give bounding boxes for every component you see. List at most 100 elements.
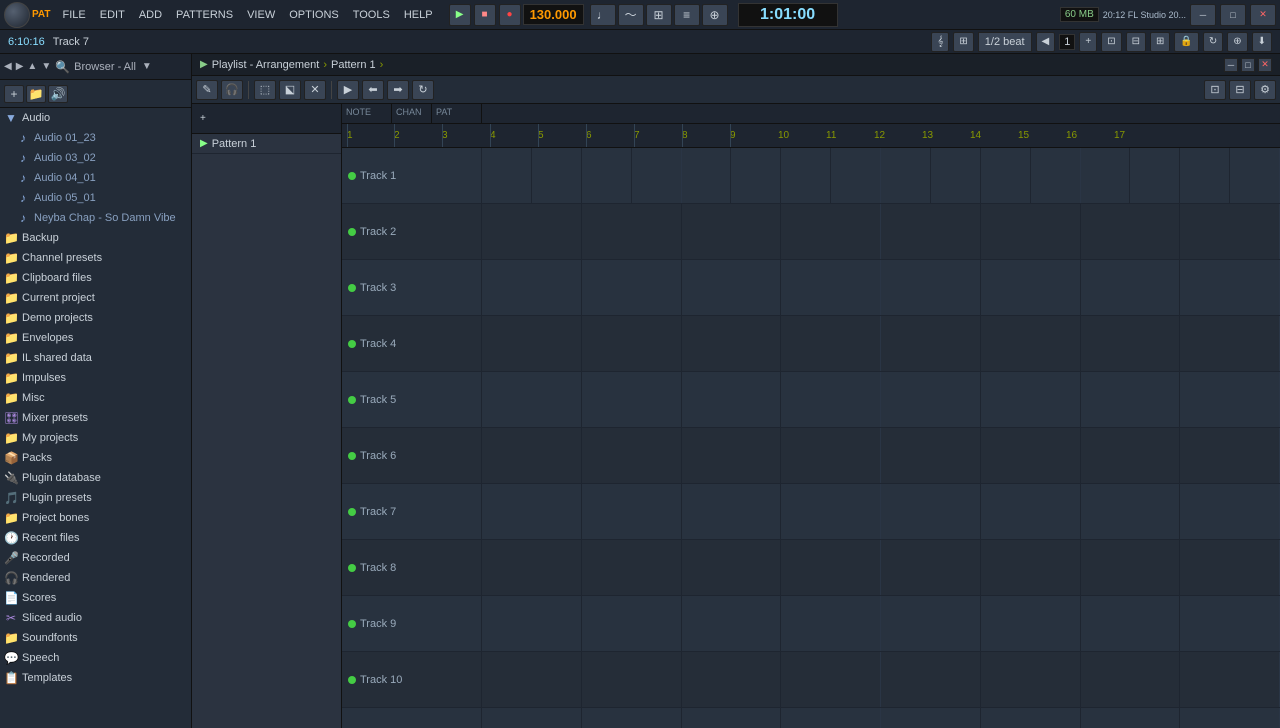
track-grid-4[interactable] <box>482 316 1280 371</box>
grid-cell <box>682 204 782 259</box>
group-icon[interactable]: ⊞ <box>1150 32 1170 52</box>
track-grid-3[interactable] <box>482 260 1280 315</box>
sidebar-item-envelopes[interactable]: 📁 Envelopes <box>0 328 191 348</box>
beat-next[interactable]: + <box>1079 32 1097 52</box>
playlist-settings[interactable]: ⚙ <box>1254 80 1276 100</box>
menu-help[interactable]: HELP <box>398 6 439 24</box>
playlist-maximize[interactable]: □ <box>1241 58 1255 72</box>
loop-icon[interactable]: ↻ <box>1203 32 1223 52</box>
sidebar-item-recent-files[interactable]: 🕐 Recent files <box>0 528 191 548</box>
sidebar-item-il-shared[interactable]: 📁 IL shared data <box>0 348 191 368</box>
sidebar-item-impulses[interactable]: 📁 Impulses <box>0 368 191 388</box>
playlist-play[interactable]: ▶ <box>337 80 359 100</box>
playlist-magnet[interactable]: ⊟ <box>1229 80 1251 100</box>
playlist-back[interactable]: ⬅ <box>362 80 384 100</box>
beat-select[interactable]: 1/2 beat <box>978 32 1032 52</box>
sidebar-item-misc[interactable]: 📁 Misc <box>0 388 191 408</box>
sidebar-item-recorded[interactable]: 🎤 Recorded <box>0 548 191 568</box>
lock-icon[interactable]: 🔒 <box>1174 32 1198 52</box>
sidebar-item-audio01[interactable]: ♪ Audio 01_23 <box>0 128 191 148</box>
channel-rack-btn[interactable]: ⊞ <box>953 32 973 52</box>
sidebar-item-audio05[interactable]: ♪ Audio 05_01 <box>0 188 191 208</box>
menu-patterns[interactable]: PATTERNS <box>170 6 239 24</box>
sidebar-item-audio03[interactable]: ♪ Audio 03_02 <box>0 148 191 168</box>
step-seq-icon[interactable]: ⊞ <box>646 4 672 26</box>
sidebar-audio-btn[interactable]: 🔊 <box>48 85 68 103</box>
playlist-forward[interactable]: ➡ <box>387 80 409 100</box>
bpm-display[interactable]: 130.000 <box>523 4 584 25</box>
sidebar-item-packs[interactable]: 📦 Packs <box>0 448 191 468</box>
minimize-btn[interactable]: ─ <box>1190 4 1216 26</box>
track-grid-6[interactable] <box>482 428 1280 483</box>
waveform-icon[interactable]: 〜 <box>618 4 644 26</box>
track-grid-8[interactable] <box>482 540 1280 595</box>
menu-edit[interactable]: EDIT <box>94 6 131 24</box>
menu-options[interactable]: OPTIONS <box>283 6 345 24</box>
sidebar-item-neyba[interactable]: ♪ Neyba Chap - So Damn Vibe <box>0 208 191 228</box>
beat-num[interactable]: 1 <box>1059 34 1075 50</box>
pattern-item-1[interactable]: ▶ Pattern 1 <box>192 134 341 154</box>
track-grid-9[interactable] <box>482 596 1280 651</box>
sidebar-item-audio04[interactable]: ♪ Audio 04_01 <box>0 168 191 188</box>
track-grid-5[interactable] <box>482 372 1280 427</box>
copy-icon[interactable]: ⊕ <box>1227 32 1247 52</box>
sidebar-folder-btn[interactable]: 📁 <box>26 85 46 103</box>
sidebar-item-project-bones[interactable]: 📁 Project bones <box>0 508 191 528</box>
sidebar-item-soundfonts[interactable]: 📁 Soundfonts <box>0 628 191 648</box>
sidebar-item-rendered[interactable]: 🎧 Rendered <box>0 568 191 588</box>
sidebar-item-audio[interactable]: ▼ Audio <box>0 108 191 128</box>
master-knob[interactable] <box>4 2 30 28</box>
record-button[interactable]: ● <box>499 4 521 26</box>
menu-add[interactable]: ADD <box>133 6 168 24</box>
playlist-snap[interactable]: ⊡ <box>1204 80 1226 100</box>
grid-cell <box>881 428 981 483</box>
headphone-btn[interactable]: 🎧 <box>221 80 243 100</box>
sidebar-item-current-project[interactable]: 📁 Current project <box>0 288 191 308</box>
delete-tool[interactable]: ✕ <box>304 80 326 100</box>
playlist-loop[interactable]: ↻ <box>412 80 434 100</box>
grid-cell <box>482 148 532 203</box>
maximize-btn[interactable]: □ <box>1220 4 1246 26</box>
mixer-icon[interactable]: ≡ <box>674 4 700 26</box>
timeline-ruler[interactable]: 1 2 3 4 5 6 7 8 <box>342 124 1280 148</box>
sidebar-item-scores[interactable]: 📄 Scores <box>0 588 191 608</box>
sidebar-item-sliced-audio[interactable]: ✂ Sliced audio <box>0 608 191 628</box>
effects-icon[interactable]: ⊕ <box>702 4 728 26</box>
grid-cell <box>582 708 682 728</box>
sidebar-item-demo-projects[interactable]: 📁 Demo projects <box>0 308 191 328</box>
add-pattern-btn[interactable]: + <box>200 113 206 124</box>
sidebar-item-my-projects[interactable]: 📁 My projects <box>0 428 191 448</box>
close-btn[interactable]: ✕ <box>1250 4 1276 26</box>
track-grid-2[interactable] <box>482 204 1280 259</box>
track-grid-7[interactable] <box>482 484 1280 539</box>
beat-prev[interactable]: ◀ <box>1036 32 1056 52</box>
playlist-minimize[interactable]: ─ <box>1224 58 1238 72</box>
menu-tools[interactable]: TOOLS <box>347 6 396 24</box>
piano-roll-btn[interactable]: 𝄞 <box>931 32 949 52</box>
select-tool[interactable]: ⬚ <box>254 80 276 100</box>
menu-file[interactable]: FILE <box>57 6 92 24</box>
pattern-arrow: ▶ <box>200 138 208 149</box>
sidebar-item-speech[interactable]: 💬 Speech <box>0 648 191 668</box>
draw-tool[interactable]: ✎ <box>196 80 218 100</box>
sidebar-item-templates[interactable]: 📋 Templates <box>0 668 191 688</box>
magnet-icon[interactable]: ⊟ <box>1126 32 1146 52</box>
menu-view[interactable]: VIEW <box>241 6 281 24</box>
sidebar-item-clipboard[interactable]: 📁 Clipboard files <box>0 268 191 288</box>
track-grid-10[interactable] <box>482 652 1280 707</box>
sidebar-item-mixer-presets[interactable]: 🎛 Mixer presets <box>0 408 191 428</box>
track-grid-11[interactable] <box>482 708 1280 728</box>
sidebar-item-backup[interactable]: 📁 Backup <box>0 228 191 248</box>
playlist-close[interactable]: ✕ <box>1258 58 1272 72</box>
snap-icon[interactable]: ⊡ <box>1101 32 1121 52</box>
sidebar-item-plugin-db[interactable]: 🔌 Plugin database <box>0 468 191 488</box>
play-button[interactable]: ▶ <box>449 4 471 26</box>
sidebar-item-plugin-presets[interactable]: 🎵 Plugin presets <box>0 488 191 508</box>
metronome-icon[interactable]: ♩ <box>590 4 616 26</box>
stop-button[interactable]: ■ <box>474 4 496 26</box>
sidebar-add-btn[interactable]: + <box>4 85 24 103</box>
zoom-tool[interactable]: ⬕ <box>279 80 301 100</box>
sidebar-item-channel-presets[interactable]: 📁 Channel presets <box>0 248 191 268</box>
track-grid-1[interactable] <box>482 148 1280 203</box>
save-icon[interactable]: ⬇ <box>1252 32 1272 52</box>
